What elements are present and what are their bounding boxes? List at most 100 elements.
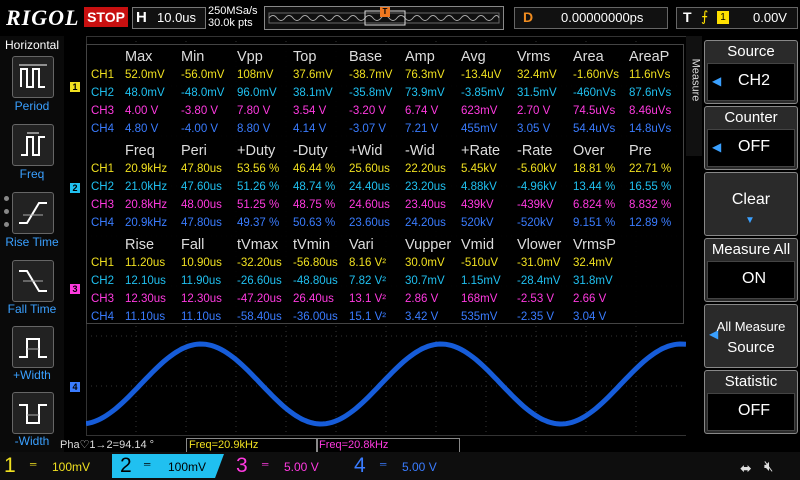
measure-value-cell: 11.10us bbox=[125, 311, 166, 323]
measure-value-cell: 47.80us bbox=[181, 163, 222, 175]
measure-value-cell: 2.86 V bbox=[405, 293, 439, 305]
measure-value-cell: 12.30us bbox=[125, 293, 166, 305]
trigger-position-marker[interactable]: T bbox=[380, 7, 390, 17]
freq-label: Freq bbox=[19, 167, 45, 181]
measure-value-cell: -13.4uV bbox=[461, 69, 502, 81]
measure-value-cell: 32.4mV bbox=[573, 257, 613, 269]
ch3-number: 3 bbox=[236, 454, 248, 477]
measure-value-cell: -2.53 V bbox=[517, 293, 555, 305]
delay-box[interactable]: D 0.00000000ps bbox=[514, 7, 668, 29]
measure-header-cell: tVmax bbox=[237, 237, 279, 253]
measure-channel-label: CH4 bbox=[91, 311, 115, 323]
measure-value-cell: -35.8mV bbox=[349, 87, 393, 99]
sample-rate: 250MSa/s bbox=[208, 5, 258, 17]
measure-row-ch1: CH1 20.9kHz 47.80us 53.56 % 46.44 % 25.60us 22… bbox=[87, 163, 683, 181]
measure-header-cell: Peri bbox=[181, 143, 207, 159]
measure-value-cell: 455mV bbox=[461, 123, 498, 135]
ch4-coupling-icon: ═ bbox=[380, 459, 387, 469]
measure-channel-label: CH4 bbox=[91, 123, 115, 135]
measure-channel-label: CH2 bbox=[91, 275, 115, 287]
clear-softkey[interactable]: Clear ▼ bbox=[704, 172, 798, 236]
ch4-status-tab[interactable]: 4 ═ 5.00 V bbox=[350, 454, 460, 478]
ch2-offset-marker[interactable]: 2 bbox=[70, 183, 80, 193]
measure-value-cell: 9.151 % bbox=[573, 217, 616, 229]
measure-channel-label: CH3 bbox=[91, 199, 115, 211]
measure-row-ch3: CH3 12.30us 12.30us -47.20us 26.40us 13.1 V² 2… bbox=[87, 293, 683, 311]
measure-row-ch3: CH3 20.8kHz 48.00us 51.25 % 48.75 % 24.60us 23… bbox=[87, 199, 683, 217]
measure-value-cell: 6.74 V bbox=[405, 105, 439, 117]
statistic-value: OFF bbox=[738, 402, 770, 419]
measure-value-cell: 439kV bbox=[461, 199, 494, 211]
trigger-source: 1 bbox=[717, 11, 729, 24]
positive-width-button[interactable] bbox=[12, 326, 54, 368]
measure-header-cell: Max bbox=[125, 49, 153, 65]
measure-value-cell: 31.8mV bbox=[573, 275, 613, 287]
measure-value-cell: 168mV bbox=[461, 293, 498, 305]
counter-softkey[interactable]: Counter ◀ OFF bbox=[704, 106, 798, 170]
period-label: Period bbox=[14, 99, 50, 113]
rising-edge-icon: ⨍ bbox=[701, 8, 709, 24]
rise-time-button[interactable] bbox=[12, 192, 54, 234]
all-measure-source-softkey[interactable]: ◀ All Measure Source bbox=[704, 304, 798, 368]
measure-value-cell: 11.20us bbox=[125, 257, 166, 269]
measure-value-cell: 11.90us bbox=[181, 275, 222, 287]
measure-value-cell: -47.20us bbox=[237, 293, 282, 305]
measure-channel-label: CH3 bbox=[91, 293, 115, 305]
measure-header-cell: Fall bbox=[181, 237, 205, 253]
measure-value-cell: 30.0mV bbox=[405, 257, 445, 269]
measure-value-cell: 53.56 % bbox=[237, 163, 280, 175]
measure-value-cell: 2.70 V bbox=[517, 105, 551, 117]
ch1-scale: 100mV bbox=[52, 460, 91, 474]
freq-button[interactable] bbox=[12, 124, 54, 166]
measure-channel-label: CH2 bbox=[91, 87, 115, 99]
ch2-status-tab[interactable]: 2 ═ 100mV bbox=[112, 454, 224, 478]
ch4-offset-marker[interactable]: 4 bbox=[70, 382, 80, 392]
measure-value-cell: -26.60us bbox=[237, 275, 282, 287]
measure-value-cell: 30.7mV bbox=[405, 275, 445, 287]
measure-all-softkey[interactable]: Measure All ON bbox=[704, 238, 798, 302]
delay-label: D bbox=[523, 9, 534, 25]
down-arrow-icon: ▼ bbox=[745, 215, 755, 226]
measure-value-cell: 7.21 V bbox=[405, 123, 439, 135]
horizontal-timebase-box[interactable]: H 10.0us bbox=[132, 7, 206, 29]
measure-header-cell: Rise bbox=[125, 237, 155, 253]
fall-time-button[interactable] bbox=[12, 260, 54, 302]
measure-header-cell: -Wid bbox=[405, 143, 435, 159]
measure-all-title: Measure All bbox=[711, 241, 791, 258]
measure-value-cell: 16.55 % bbox=[629, 181, 672, 193]
memory-depth: 30.0k pts bbox=[208, 17, 253, 29]
ch2-scale: 100mV bbox=[168, 460, 207, 474]
measure-header-cell: +Wid bbox=[349, 143, 383, 159]
ch1-offset-marker[interactable]: 1 bbox=[70, 82, 80, 92]
measure-row-ch1: CH1 52.0mV -56.0mV 108mV 37.6mV -38.7mV 76.3mV… bbox=[87, 69, 683, 87]
negative-width-button[interactable] bbox=[12, 392, 54, 434]
measure-value-cell: 47.80us bbox=[181, 217, 222, 229]
horizontal-label: H bbox=[136, 9, 147, 26]
trigger-box[interactable]: T ⨍ 1 0.00V bbox=[676, 7, 798, 29]
measure-value-cell: 11.6nVs bbox=[629, 69, 671, 81]
measure-value-cell: 20.9kHz bbox=[125, 217, 168, 229]
measure-value-cell: -32.20us bbox=[237, 257, 282, 269]
measure-value-cell: 623mV bbox=[461, 105, 498, 117]
ch3-status-tab[interactable]: 3 ═ 5.00 V bbox=[232, 454, 344, 478]
measure-value-cell: -28.4mV bbox=[517, 275, 561, 287]
measure-value-cell: 50.63 % bbox=[293, 217, 336, 229]
source-softkey[interactable]: Source ◀ CH2 bbox=[704, 40, 798, 104]
measure-value-cell: 73.9mV bbox=[405, 87, 445, 99]
measure-value-cell: 96.0mV bbox=[237, 87, 277, 99]
measure-value-cell: 49.37 % bbox=[237, 217, 280, 229]
negative-width-label: -Width bbox=[14, 434, 50, 448]
ch1-status-tab[interactable]: 1 ═ 100mV bbox=[0, 454, 110, 478]
measure-value-cell: 22.71 % bbox=[629, 163, 672, 175]
period-button[interactable] bbox=[12, 56, 54, 98]
measure-value-cell: -460nVs bbox=[573, 87, 616, 99]
speaker-muted-icon[interactable]: 🔇︎ bbox=[764, 458, 773, 475]
measure-value-cell: 8.832 % bbox=[629, 199, 672, 211]
ch3-offset-marker[interactable]: 3 bbox=[70, 284, 80, 294]
run-stop-status[interactable]: STOP bbox=[84, 7, 128, 27]
measure-value-cell: -3.85mV bbox=[461, 87, 505, 99]
ch2-number: 2 bbox=[120, 454, 132, 477]
measure-header-cell: +Rate bbox=[461, 143, 501, 159]
statistic-softkey[interactable]: Statistic OFF bbox=[704, 370, 798, 434]
source-value: CH2 bbox=[737, 72, 770, 89]
